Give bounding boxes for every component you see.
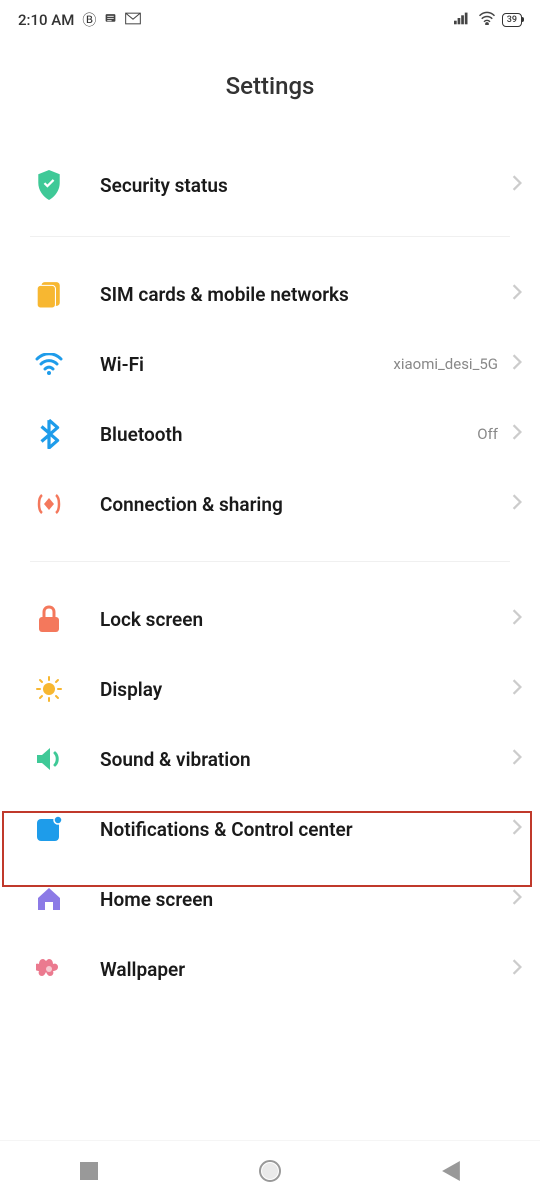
divider [30, 561, 510, 562]
setting-value: xiaomi_desi_5G [393, 355, 498, 373]
setting-item-wifi[interactable]: Wi-Fi xiaomi_desi_5G [0, 329, 540, 399]
nav-recent-button[interactable] [80, 1162, 98, 1180]
setting-item-notifications[interactable]: Notifications & Control center [0, 794, 540, 864]
connection-sharing-icon [34, 489, 64, 519]
setting-label: Bluetooth [100, 423, 477, 446]
setting-label: Home screen [100, 888, 512, 911]
settings-list: Security status SIM cards & mobile netwo… [0, 140, 540, 1004]
chevron-right-icon [512, 424, 522, 444]
setting-item-security-status[interactable]: Security status [0, 140, 540, 230]
setting-item-wallpaper[interactable]: Wallpaper [0, 934, 540, 1004]
speaker-icon [34, 744, 64, 774]
notifications-icon [34, 814, 64, 844]
setting-label: Sound & vibration [100, 748, 512, 771]
lock-icon [34, 604, 64, 634]
setting-label: SIM cards & mobile networks [100, 283, 512, 306]
wifi-status-icon [478, 11, 496, 29]
sun-icon [34, 674, 64, 704]
flower-icon [34, 954, 64, 984]
setting-item-connection-sharing[interactable]: Connection & sharing [0, 469, 540, 555]
navigation-bar [0, 1140, 540, 1200]
battery-icon: 39 [502, 13, 522, 27]
chevron-right-icon [512, 819, 522, 839]
notification-icon-chat [104, 12, 117, 29]
page-title: Settings [0, 36, 540, 140]
chevron-right-icon [512, 679, 522, 699]
divider [30, 236, 510, 237]
shield-check-icon [34, 170, 64, 200]
setting-label: Notifications & Control center [100, 818, 512, 841]
chevron-right-icon [512, 494, 522, 514]
nav-back-button[interactable] [442, 1161, 460, 1181]
home-icon [34, 884, 64, 914]
chevron-right-icon [512, 354, 522, 374]
chevron-right-icon [512, 175, 522, 195]
setting-item-sound-vibration[interactable]: Sound & vibration [0, 724, 540, 794]
setting-value: Off [477, 425, 498, 443]
setting-label: Wallpaper [100, 958, 512, 981]
setting-label: Connection & sharing [100, 493, 512, 516]
signal-icon [454, 11, 472, 29]
notification-icon-gmail [125, 12, 141, 29]
setting-label: Security status [100, 174, 512, 197]
chevron-right-icon [512, 959, 522, 979]
chevron-right-icon [512, 749, 522, 769]
setting-label: Lock screen [100, 608, 512, 631]
setting-item-display[interactable]: Display [0, 654, 540, 724]
setting-item-home-screen[interactable]: Home screen [0, 864, 540, 934]
chevron-right-icon [512, 889, 522, 909]
status-bar: 2:10 AM Ⓑ 39 [0, 0, 540, 36]
nav-home-button[interactable] [258, 1159, 282, 1183]
sim-card-icon [34, 279, 64, 309]
setting-label: Display [100, 678, 512, 701]
setting-item-lock-screen[interactable]: Lock screen [0, 568, 540, 654]
status-time: 2:10 AM [18, 11, 74, 29]
setting-item-bluetooth[interactable]: Bluetooth Off [0, 399, 540, 469]
setting-label: Wi-Fi [100, 353, 393, 376]
notification-icon-b: Ⓑ [82, 10, 96, 30]
chevron-right-icon [512, 609, 522, 629]
bluetooth-icon [34, 419, 64, 449]
chevron-right-icon [512, 284, 522, 304]
wifi-icon [34, 349, 64, 379]
setting-item-sim-cards[interactable]: SIM cards & mobile networks [0, 243, 540, 329]
